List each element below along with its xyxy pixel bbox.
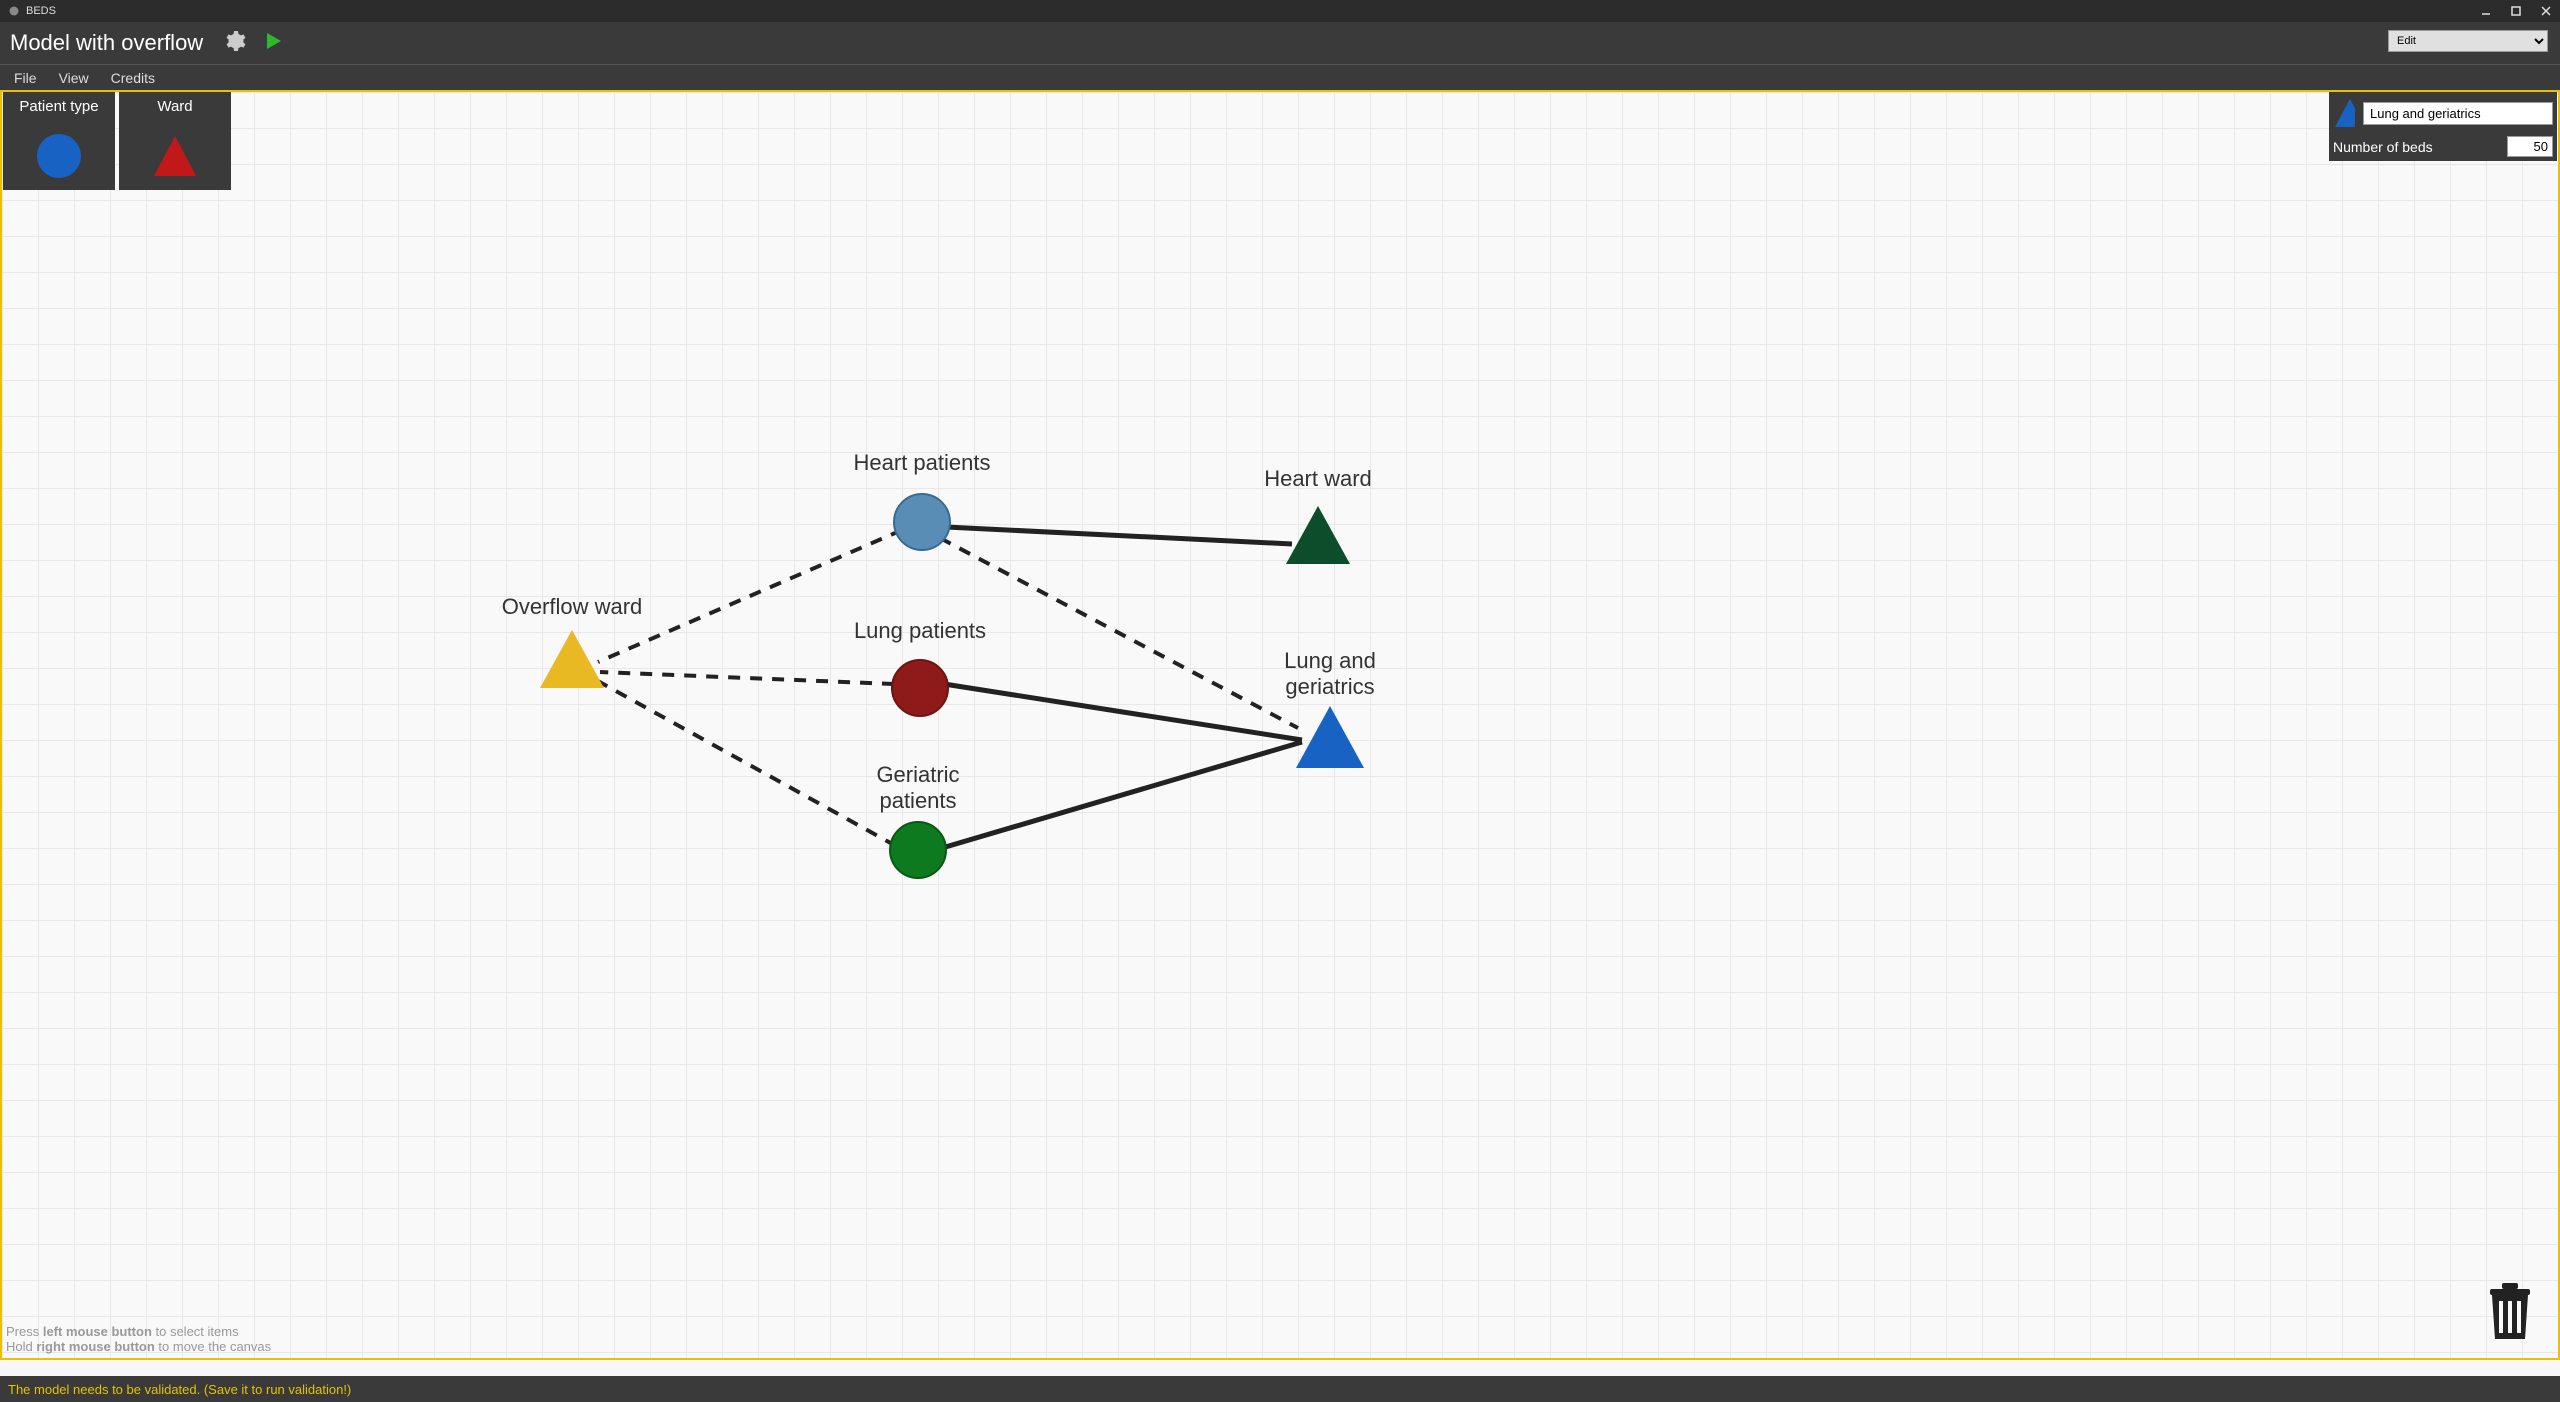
palette-label-ward: Ward <box>157 98 192 115</box>
status-bar: The model needs to be validated. (Save i… <box>0 1376 2560 1402</box>
os-app-name: BEDS <box>26 5 56 17</box>
edge-geriatric-to-overflow[interactable] <box>596 680 896 846</box>
label-overflow-ward: Overflow ward <box>502 594 643 619</box>
label-geriatric-patients-2: patients <box>879 788 956 813</box>
model-title: Model with overflow <box>10 30 203 56</box>
run-button[interactable] <box>261 29 285 58</box>
node-lung-patients[interactable]: Lung patients <box>854 618 986 716</box>
settings-button[interactable] <box>223 29 247 58</box>
hint-line-2: Hold right mouse button to move the canv… <box>6 1339 271 1354</box>
beds-input[interactable] <box>2507 136 2553 157</box>
app-toolbar: Model with overflow Edit <box>0 22 2560 64</box>
palette-patient-type[interactable]: Patient type <box>3 92 115 190</box>
label-heart-ward: Heart ward <box>1264 466 1372 491</box>
menu-file[interactable]: File <box>14 70 37 86</box>
diagram-svg: Heart patients Lung patients Geriatric p… <box>2 92 2560 1362</box>
edge-heart-to-lgward-dashed[interactable] <box>940 538 1298 728</box>
menu-credits[interactable]: Credits <box>111 70 155 86</box>
palette: Patient type Ward <box>3 92 231 190</box>
edge-heart-to-heartward[interactable] <box>946 527 1292 544</box>
palette-ward[interactable]: Ward <box>119 92 231 190</box>
selected-name-input[interactable] <box>2363 102 2553 125</box>
hint-line-1: Press left mouse button to select items <box>6 1324 271 1339</box>
window-maximize-button[interactable] <box>2510 5 2522 17</box>
status-text: The model needs to be validated. (Save i… <box>8 1382 351 1397</box>
edge-lung-to-lgward[interactable] <box>944 684 1302 740</box>
app-menubar: File View Credits <box>0 64 2560 90</box>
trash-button[interactable] <box>2482 1281 2538 1348</box>
app-logo-icon <box>8 5 20 17</box>
mode-select[interactable]: Edit <box>2388 30 2548 52</box>
beds-label: Number of beds <box>2333 139 2433 155</box>
node-geriatric-patients[interactable]: Geriatric patients <box>876 762 959 878</box>
node-heart-patients[interactable]: Heart patients <box>854 450 991 550</box>
circle-icon <box>34 131 84 181</box>
label-lung-patients: Lung patients <box>854 618 986 643</box>
node-lung-geriatrics-ward[interactable]: Lung and geriatrics <box>1284 648 1376 768</box>
os-titlebar: BEDS <box>0 0 2560 22</box>
hint-area: Press left mouse button to select items … <box>6 1324 271 1354</box>
canvas[interactable]: Patient type Ward Number of beds <box>0 90 2560 1360</box>
triangle-icon <box>150 131 200 181</box>
label-heart-patients: Heart patients <box>854 450 991 475</box>
node-heart-ward[interactable]: Heart ward <box>1264 466 1372 564</box>
label-lg-ward-2: geriatrics <box>1285 674 1374 699</box>
property-panel: Number of beds <box>2329 92 2557 161</box>
label-lg-ward-1: Lung and <box>1284 648 1376 673</box>
palette-label-patient: Patient type <box>19 98 98 115</box>
window-close-button[interactable] <box>2540 5 2552 17</box>
selected-ward-icon <box>2333 96 2355 130</box>
window-minimize-button[interactable] <box>2480 5 2492 17</box>
menu-view[interactable]: View <box>59 70 89 86</box>
edge-geriatric-to-lgward[interactable] <box>942 742 1302 848</box>
label-geriatric-patients-1: Geriatric <box>876 762 959 787</box>
edge-lung-to-overflow[interactable] <box>600 672 894 684</box>
